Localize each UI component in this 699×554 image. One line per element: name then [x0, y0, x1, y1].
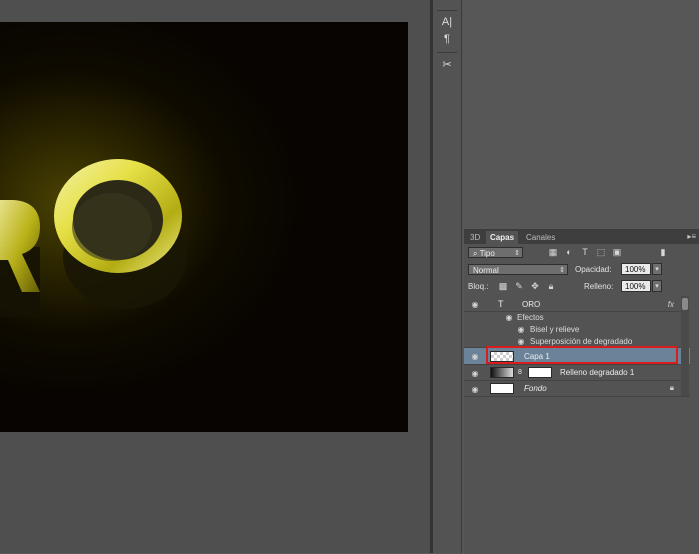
layers-panel: 3D Capas Canales ▸≡ ⌕ Tipo ⇕ ▦ ◐ T ⬚ ▣ ▮…	[464, 229, 699, 554]
fill-dropdown-icon[interactable]: ▾	[652, 280, 662, 292]
panel-icon-strip: A| ¶ ✂	[433, 0, 462, 553]
filter-type-icon[interactable]: T	[580, 247, 590, 257]
chevron-updown-icon: ⇕	[559, 267, 565, 274]
toolstrip-separator	[437, 52, 457, 53]
blend-mode-select[interactable]: Normal ⇕	[468, 264, 568, 275]
effects-label: Efectos	[517, 313, 544, 322]
layer-filter-row: ⌕ Tipo ⇕ ▦ ◐ T ⬚ ▣ ▮	[466, 245, 694, 260]
visibility-eye-icon[interactable]: ◉	[470, 352, 480, 361]
scrollbar-thumb[interactable]	[682, 298, 688, 310]
link-icon[interactable]: 8	[518, 365, 522, 380]
tab-3d[interactable]: 3D	[466, 231, 484, 244]
visibility-eye-icon[interactable]: ◉	[516, 337, 526, 346]
paragraph-icon[interactable]: ¶	[438, 31, 456, 47]
layer-row-oro[interactable]: ◉ T ORO fx	[464, 297, 690, 312]
visibility-eye-icon[interactable]: ◉	[470, 385, 480, 394]
effect-row-bevel[interactable]: ◉ Bisel y relieve	[464, 324, 690, 336]
filter-smartobject-icon[interactable]: ▣	[612, 247, 622, 257]
gold-text-artwork	[0, 159, 187, 317]
lock-image-icon[interactable]: ✎	[514, 281, 524, 291]
panel-menu-icon[interactable]: ▸≡	[687, 230, 696, 244]
character-icon[interactable]: A|	[438, 14, 456, 30]
panel-tab-bar: 3D Capas Canales ▸≡	[464, 230, 699, 244]
filter-toggle-icon[interactable]: ▮	[658, 247, 668, 257]
layer-row-fondo[interactable]: ◉ Fondo 🔒︎	[464, 381, 690, 397]
layer-thumbnail	[490, 383, 514, 394]
visibility-eye-icon[interactable]: ◉	[470, 300, 480, 309]
layer-name: Fondo	[524, 384, 547, 393]
opacity-dropdown-icon[interactable]: ▾	[652, 263, 662, 275]
blend-opacity-row: Normal ⇕ Opacidad: 100% ▾	[466, 262, 694, 277]
type-layer-icon: T	[498, 299, 504, 309]
opacity-input[interactable]: 100%	[621, 263, 651, 275]
layer-row-relleno-degradado[interactable]: ◉ 8 Relleno degradado 1	[464, 365, 690, 381]
lock-label: Bloq.:	[468, 282, 489, 291]
toolstrip-separator	[437, 10, 457, 11]
highlight-box	[486, 346, 678, 364]
fill-label: Relleno:	[584, 282, 614, 291]
visibility-eye-icon[interactable]: ◉	[516, 325, 526, 334]
fill-input[interactable]: 100%	[621, 280, 651, 292]
effects-row[interactable]: ◉ Efectos	[464, 312, 690, 324]
opacity-label: Opacidad:	[575, 265, 612, 274]
layer-mask-thumbnail[interactable]	[528, 367, 552, 378]
effect-name: Bisel y relieve	[530, 325, 580, 334]
visibility-eye-icon[interactable]: ◉	[470, 369, 480, 378]
fx-icon[interactable]: fx	[668, 297, 674, 312]
tab-capas[interactable]: Capas	[486, 231, 519, 244]
filter-adjustment-icon[interactable]: ◐	[564, 247, 574, 257]
gradient-fill-thumbnail	[490, 367, 514, 378]
visibility-eye-icon[interactable]: ◉	[504, 313, 514, 322]
filter-pixel-icon[interactable]: ▦	[548, 247, 558, 257]
filter-kind-select[interactable]: ⌕ Tipo ⇕	[468, 247, 523, 258]
lock-all-icon[interactable]: 🔒︎	[546, 281, 556, 291]
tools-icon[interactable]: ✂	[438, 57, 456, 73]
layers-scrollbar[interactable]	[681, 296, 689, 396]
filter-shape-icon[interactable]: ⬚	[596, 247, 606, 257]
chevron-updown-icon: ⇕	[514, 250, 520, 257]
lock-fill-row: Bloq.: ▩ ✎ ✥ 🔒︎ Relleno: 100% ▾	[466, 279, 694, 294]
lock-transparent-icon[interactable]: ▩	[498, 281, 508, 291]
blend-mode-value: Normal	[473, 266, 499, 275]
lock-icon: 🔒︎	[669, 383, 674, 392]
tab-canales[interactable]: Canales	[522, 231, 559, 244]
document-canvas[interactable]	[0, 22, 408, 432]
lock-position-icon[interactable]: ✥	[530, 281, 540, 291]
layer-name: ORO	[522, 300, 541, 309]
layer-name: Relleno degradado 1	[560, 368, 635, 377]
document-workspace	[0, 0, 430, 553]
filter-kind-value: Tipo	[479, 249, 495, 258]
